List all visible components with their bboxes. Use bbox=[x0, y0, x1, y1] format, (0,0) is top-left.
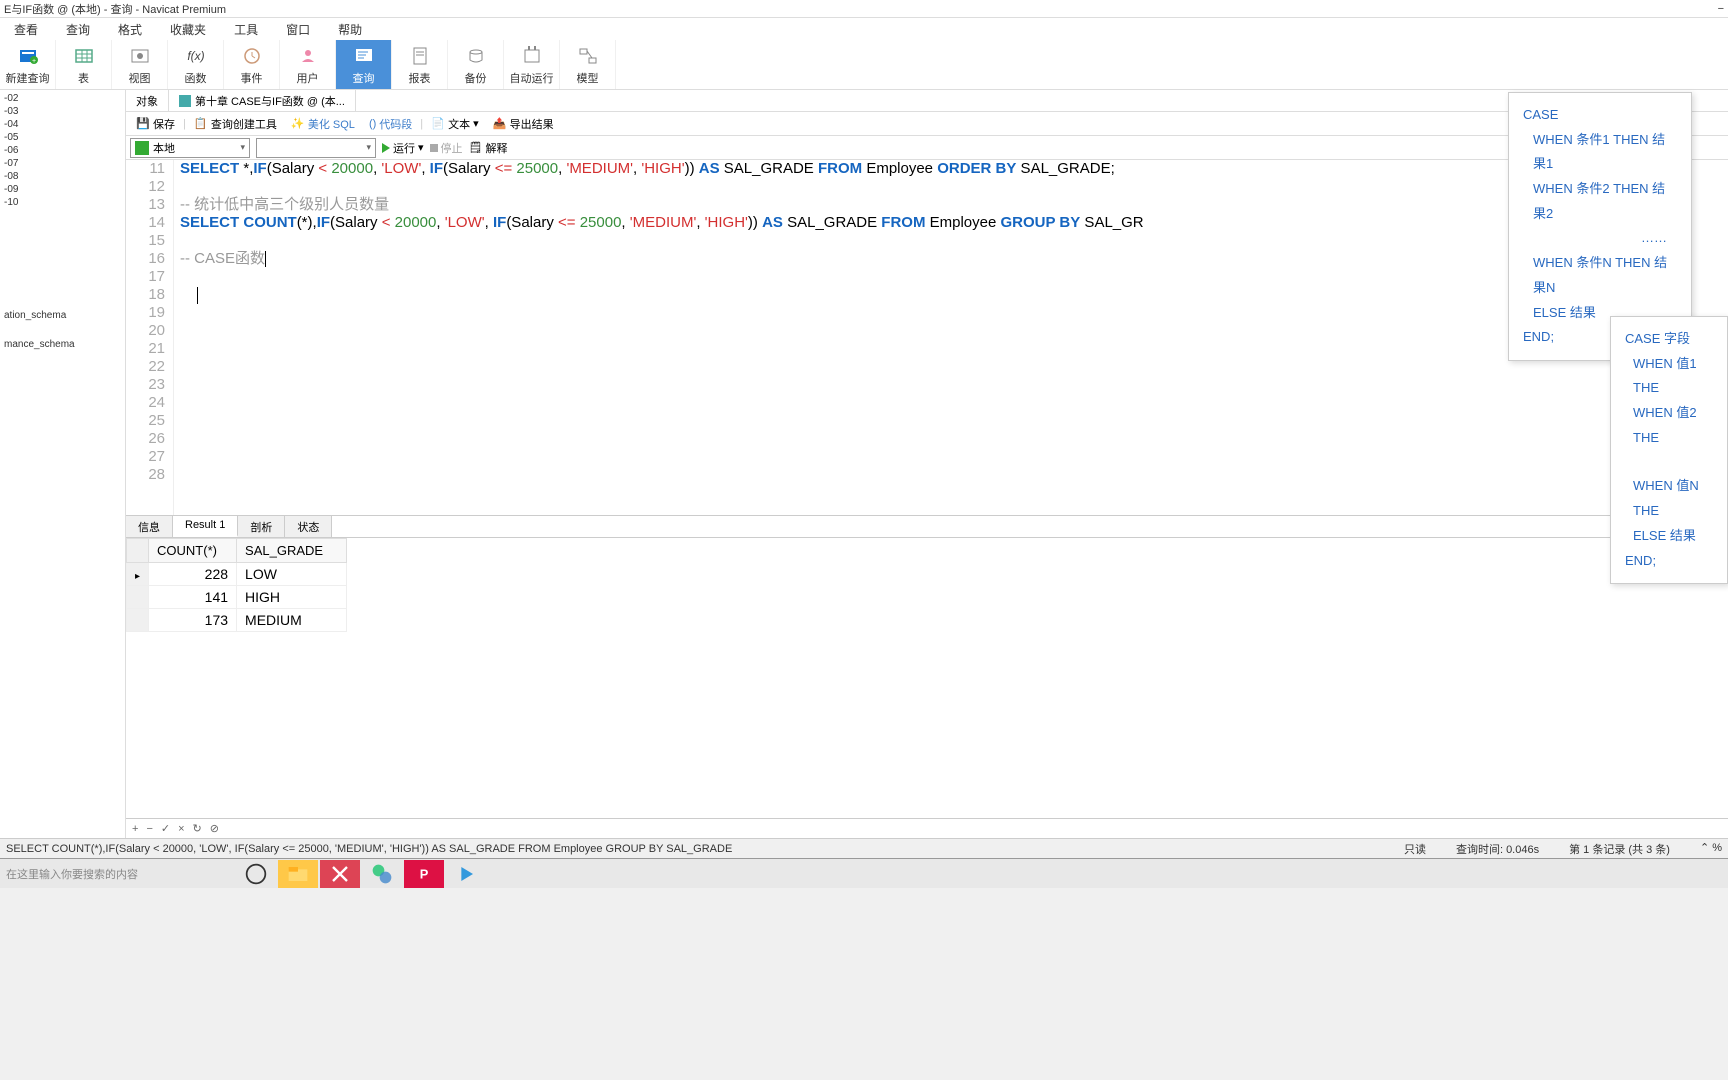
minimize-icon[interactable]: − bbox=[1718, 3, 1724, 15]
main-panel: 对象 第十章 CASE与IF函数 @ (本... 💾保存 | 📋查询创建工具 ✨… bbox=[126, 90, 1728, 838]
tool-report[interactable]: 报表 bbox=[392, 40, 448, 89]
taskbar-app1[interactable] bbox=[320, 860, 360, 888]
tool-function[interactable]: f(x)函数 bbox=[168, 40, 224, 89]
results-panel: 信息 Result 1 剖析 状态 COUNT(*)SAL_GRADE 228L… bbox=[126, 515, 1728, 838]
menu-bar: 查看 查询 格式 收藏夹 工具 窗口 帮助 bbox=[0, 18, 1728, 40]
menu-window[interactable]: 窗口 bbox=[272, 18, 324, 40]
explain-button[interactable]: 🗒解释 bbox=[469, 140, 508, 156]
snippet-button[interactable]: () 代码段 bbox=[363, 114, 418, 134]
stop-row-icon[interactable]: ⊘ bbox=[210, 822, 219, 835]
add-row-icon[interactable]: + bbox=[132, 823, 138, 835]
text-button[interactable]: 📄文本 ▾ bbox=[425, 114, 485, 134]
table-row[interactable]: 228LOW bbox=[127, 563, 347, 586]
text-cursor bbox=[265, 251, 266, 267]
menu-tools[interactable]: 工具 bbox=[220, 18, 272, 40]
menu-help[interactable]: 帮助 bbox=[324, 18, 376, 40]
tool-view[interactable]: 视图 bbox=[112, 40, 168, 89]
status-readonly: 只读 bbox=[1404, 841, 1426, 857]
taskbar-media[interactable] bbox=[446, 860, 486, 888]
status-corner-icons[interactable]: ⌃ % bbox=[1700, 841, 1722, 857]
tab-query-file[interactable]: 第十章 CASE与IF函数 @ (本... bbox=[169, 90, 356, 111]
rtab-info[interactable]: 信息 bbox=[126, 516, 173, 537]
tool-backup[interactable]: 备份 bbox=[448, 40, 504, 89]
tool-automation[interactable]: 自动运行 bbox=[504, 40, 560, 89]
col-grade[interactable]: SAL_GRADE bbox=[237, 539, 347, 563]
editor-tabs: 对象 第十章 CASE与IF函数 @ (本... bbox=[126, 90, 1728, 112]
stop-icon bbox=[430, 144, 438, 152]
tool-user[interactable]: 用户 bbox=[280, 40, 336, 89]
export-icon: 📤 bbox=[493, 117, 507, 131]
main-toolbar: +新建查询 表 视图 f(x)函数 事件 用户 查询 报表 备份 自动运行 模型 bbox=[0, 40, 1728, 90]
export-button[interactable]: 📤导出结果 bbox=[487, 114, 560, 134]
window-title-bar: E与IF函数 @ (本地) - 查询 - Navicat Premium − bbox=[0, 0, 1728, 18]
table-row[interactable]: 173MEDIUM bbox=[127, 609, 347, 632]
tab-objects[interactable]: 对象 bbox=[126, 90, 169, 111]
refresh-icon[interactable]: ↻ bbox=[193, 822, 202, 835]
db-icon bbox=[135, 141, 149, 155]
status-bar: SELECT COUNT(*),IF(Salary < 20000, 'LOW'… bbox=[0, 838, 1728, 858]
save-icon: 💾 bbox=[136, 117, 150, 131]
window-title: E与IF函数 @ (本地) - 查询 - Navicat Premium bbox=[4, 1, 226, 17]
save-button[interactable]: 💾保存 bbox=[130, 114, 181, 134]
database-combo[interactable]: ▾ bbox=[256, 138, 376, 158]
taskbar-search[interactable]: 在这里输入你要搜索的内容 bbox=[0, 866, 230, 882]
query-builder-button[interactable]: 📋查询创建工具 bbox=[188, 114, 283, 134]
col-count[interactable]: COUNT(*) bbox=[149, 539, 237, 563]
beautify-button[interactable]: ✨美化 SQL bbox=[285, 114, 361, 134]
query-toolbar: 💾保存 | 📋查询创建工具 ✨美化 SQL () 代码段 | 📄文本 ▾ 📤导出… bbox=[126, 112, 1728, 136]
tool-table[interactable]: 表 bbox=[56, 40, 112, 89]
workspace: -02 -03 -04 -05 -06 -07 -08 -09 -10 atio… bbox=[0, 90, 1728, 838]
result-grid[interactable]: COUNT(*)SAL_GRADE 228LOW 141HIGH 173MEDI… bbox=[126, 538, 1728, 818]
run-toolbar: 本地▾ ▾ 运行 ▾ 停止 🗒解释 bbox=[126, 136, 1728, 160]
taskbar-powerpoint[interactable]: P bbox=[404, 860, 444, 888]
run-button[interactable]: 运行 ▾ bbox=[382, 140, 424, 156]
svg-text:f(x): f(x) bbox=[187, 49, 204, 63]
windows-taskbar: 在这里输入你要搜索的内容 P bbox=[0, 858, 1728, 888]
commit-icon[interactable]: ✓ bbox=[161, 822, 170, 835]
line-gutter: 111213141516171819202122232425262728 bbox=[126, 160, 174, 515]
tool-new-query[interactable]: +新建查询 bbox=[0, 40, 56, 89]
status-time: 查询时间: 0.046s bbox=[1456, 841, 1539, 857]
status-records: 第 1 条记录 (共 3 条) bbox=[1569, 841, 1670, 857]
menu-query[interactable]: 查询 bbox=[52, 18, 104, 40]
connection-tree[interactable]: -02 -03 -04 -05 -06 -07 -08 -09 -10 atio… bbox=[0, 90, 126, 838]
rtab-status[interactable]: 状态 bbox=[285, 516, 332, 537]
connection-combo[interactable]: 本地▾ bbox=[130, 138, 250, 158]
menu-favorites[interactable]: 收藏夹 bbox=[156, 18, 220, 40]
cancel-icon[interactable]: × bbox=[178, 823, 184, 835]
svg-text:P: P bbox=[420, 866, 429, 881]
taskbar-explorer[interactable] bbox=[278, 860, 318, 888]
del-row-icon[interactable]: − bbox=[146, 823, 152, 835]
text-icon: 📄 bbox=[431, 117, 445, 131]
rtab-profile[interactable]: 剖析 bbox=[238, 516, 285, 537]
tool-event[interactable]: 事件 bbox=[224, 40, 280, 89]
status-sql: SELECT COUNT(*),IF(Salary < 20000, 'LOW'… bbox=[6, 843, 732, 855]
case-syntax-tooltip-2: CASE 字段 WHEN 值1 THE WHEN 值2 THE WHEN 值N … bbox=[1610, 316, 1728, 584]
table-row[interactable]: 141HIGH bbox=[127, 586, 347, 609]
result-footer: + − ✓ × ↻ ⊘ bbox=[126, 818, 1728, 838]
taskbar-cortana[interactable] bbox=[236, 860, 276, 888]
stop-button[interactable]: 停止 bbox=[430, 140, 463, 156]
play-icon bbox=[382, 143, 390, 153]
builder-icon: 📋 bbox=[194, 117, 208, 131]
menu-view[interactable]: 查看 bbox=[0, 18, 52, 40]
taskbar-app2[interactable] bbox=[362, 860, 402, 888]
query-icon bbox=[179, 95, 191, 107]
rtab-result1[interactable]: Result 1 bbox=[173, 516, 238, 537]
wand-icon: ✨ bbox=[291, 117, 305, 131]
code-area[interactable]: SELECT *,IF(Salary < 20000, 'LOW', IF(Sa… bbox=[174, 160, 1728, 515]
tool-query[interactable]: 查询 bbox=[336, 40, 392, 89]
menu-format[interactable]: 格式 bbox=[104, 18, 156, 40]
sql-editor[interactable]: 111213141516171819202122232425262728 SEL… bbox=[126, 160, 1728, 515]
explain-icon: 🗒 bbox=[469, 141, 483, 154]
tool-model[interactable]: 模型 bbox=[560, 40, 616, 89]
result-tabs: 信息 Result 1 剖析 状态 bbox=[126, 516, 1728, 538]
svg-text:+: + bbox=[31, 58, 35, 65]
